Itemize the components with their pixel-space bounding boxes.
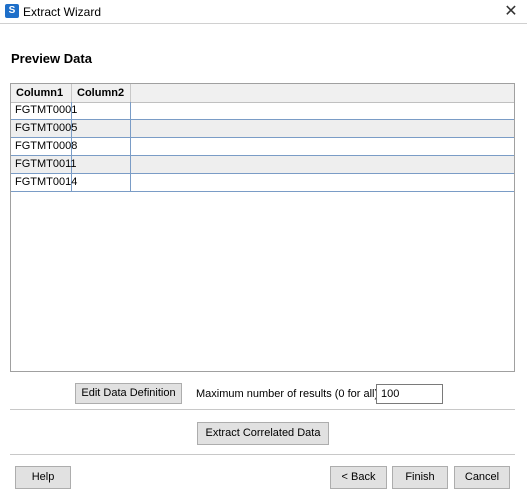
edit-data-definition-button[interactable]: Edit Data Definition (75, 383, 182, 404)
table-cell[interactable] (72, 120, 131, 137)
table-row[interactable]: FGTMT0008 (11, 138, 514, 156)
help-button[interactable]: Help (15, 466, 71, 489)
window-title: Extract Wizard (23, 5, 102, 19)
close-icon[interactable]: ✕ (501, 2, 521, 22)
table-row[interactable]: FGTMT0001 (11, 102, 514, 120)
divider (10, 409, 515, 410)
page-title: Preview Data (11, 51, 92, 66)
extract-correlated-data-button[interactable]: Extract Correlated Data (197, 422, 329, 445)
column-header-1[interactable]: Column1 (11, 84, 72, 102)
table-cell[interactable]: FGTMT0008 (11, 138, 77, 155)
table-cell[interactable] (72, 174, 131, 191)
table-cell[interactable]: FGTMT0014 (11, 174, 77, 191)
table-row[interactable]: FGTMT0014 (11, 174, 514, 192)
max-results-input[interactable] (376, 384, 443, 404)
table-cell[interactable]: FGTMT0011 (11, 156, 77, 173)
finish-button[interactable]: Finish (392, 466, 448, 489)
table-cell[interactable] (72, 138, 131, 155)
table-cell[interactable] (72, 102, 131, 119)
table-cell[interactable]: FGTMT0001 (11, 102, 77, 119)
table-cell[interactable] (72, 156, 131, 173)
cancel-button[interactable]: Cancel (454, 466, 510, 489)
max-results-label: Maximum number of results (0 for all) (196, 388, 379, 400)
table-row[interactable]: FGTMT0005 (11, 120, 514, 138)
app-icon: S (5, 4, 19, 18)
title-bar: S Extract Wizard ✕ (0, 0, 527, 24)
back-button[interactable]: < Back (330, 466, 387, 489)
column-header-2[interactable]: Column2 (72, 84, 131, 102)
table-row[interactable]: FGTMT0011 (11, 156, 514, 174)
preview-grid[interactable]: Column1 Column2 FGTMT0001 FGTMT0005 FGTM… (10, 83, 515, 372)
grid-header: Column1 Column2 (11, 84, 514, 103)
table-cell[interactable]: FGTMT0005 (11, 120, 77, 137)
divider (10, 454, 515, 455)
